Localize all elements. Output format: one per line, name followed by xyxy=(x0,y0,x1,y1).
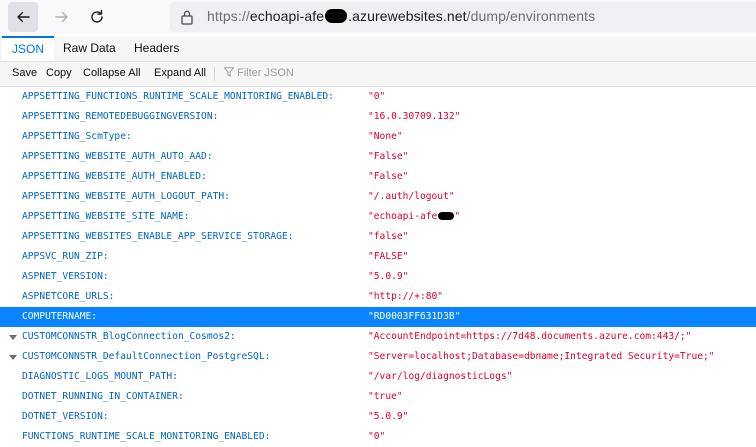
json-row[interactable]: DIAGNOSTIC_LOGS_MOUNT_PATH: "/var/log/dia… xyxy=(0,367,756,387)
tab-raw-data[interactable]: Raw Data xyxy=(63,36,116,60)
json-row[interactable]: APPSETTING_ScmType: "None" xyxy=(0,127,756,147)
json-row[interactable]: FUNCTIONS_RUNTIME_SCALE_MONITORING_ENABL… xyxy=(0,427,756,447)
json-key: FUNCTIONS_RUNTIME_SCALE_MONITORING_ENABL… xyxy=(22,431,271,442)
json-row[interactable]: DOTNET_RUNNING_IN_CONTAINER: "true" xyxy=(0,387,756,407)
json-value: "None" xyxy=(368,131,403,142)
json-key: APPSETTING_WEBSITE_SITE_NAME: xyxy=(22,211,190,222)
browser-toolbar: https://echoapi-afe .azurewebsites.net/du… xyxy=(0,0,756,34)
json-key: APPSETTING_ScmType: xyxy=(22,131,132,142)
json-row[interactable]: APPSETTING_REMOTEDEBUGGINGVERSION: "16.0.… xyxy=(0,107,756,127)
copy-button[interactable]: Copy xyxy=(46,67,72,79)
json-key: DOTNET_VERSION: xyxy=(22,411,109,422)
json-key: ASPNET_VERSION: xyxy=(22,271,109,282)
json-value: "http://+:80" xyxy=(368,291,444,302)
arrow-right-icon xyxy=(55,11,68,23)
lock-icon xyxy=(180,9,194,29)
reload-icon xyxy=(91,9,103,23)
json-row[interactable]: APPSETTING_WEBSITES_ENABLE_APP_SERVICE_S… xyxy=(0,227,756,247)
json-value: "/.auth/logout" xyxy=(368,191,455,202)
collapse-all-button[interactable]: Collapse All xyxy=(83,67,140,79)
url-host-suffix: .azurewebsites.net xyxy=(348,8,467,24)
json-value: "true" xyxy=(368,391,403,402)
json-value: "Server=localhost;Database=dbname;Integr… xyxy=(368,351,715,362)
expand-all-button[interactable]: Expand All xyxy=(154,67,206,79)
json-value: "RD0003FF631D3B" xyxy=(368,311,461,322)
json-value: "echoapi-afe " xyxy=(368,207,460,227)
json-row[interactable]: APPSETTING_FUNCTIONS_RUNTIME_SCALE_MONIT… xyxy=(0,87,756,107)
json-row[interactable]: ASPNET_VERSION: "5.0.9" xyxy=(0,267,756,287)
filter-placeholder: Filter JSON xyxy=(237,67,294,79)
json-key: CUSTOMCONNSTR_BlogConnection_Cosmos2: xyxy=(22,331,236,342)
json-value: "/var/log/diagnosticLogs" xyxy=(368,371,513,382)
json-value: "5.0.9" xyxy=(368,411,409,422)
json-row[interactable]: APPSETTING_WEBSITE_SITE_NAME: "echoapi-af… xyxy=(0,207,756,227)
json-row[interactable]: APPSVC_RUN_ZIP: "FALSE" xyxy=(0,247,756,267)
json-key: APPSETTING_WEBSITE_AUTH_LOGOUT_PATH: xyxy=(22,191,230,202)
toolbar-divider xyxy=(214,67,215,81)
arrow-left-icon xyxy=(17,11,30,23)
forward-button[interactable] xyxy=(47,2,77,32)
json-value: "5.0.9" xyxy=(368,271,409,282)
json-row-selected[interactable]: COMPUTERNAME: "RD0003FF631D3B" xyxy=(0,307,756,327)
json-key: ASPNETCORE_URLS: xyxy=(22,291,115,302)
json-row[interactable]: APPSETTING_WEBSITE_AUTH_LOGOUT_PATH: "/.a… xyxy=(0,187,756,207)
json-value: "0" xyxy=(368,91,386,102)
json-key: CUSTOMCONNSTR_DefaultConnection_PostgreS… xyxy=(22,351,271,362)
json-value: "AccountEndpoint=https://7d48.documents.… xyxy=(368,331,692,342)
back-button[interactable] xyxy=(8,2,38,32)
json-row[interactable]: APPSETTING_WEBSITE_AUTH_AUTO_AAD: "False" xyxy=(0,147,756,167)
url-path: /dump/environments xyxy=(466,8,596,24)
json-key: APPSETTING_REMOTEDEBUGGINGVERSION: xyxy=(22,111,219,122)
json-row[interactable]: CUSTOMCONNSTR_DefaultConnection_PostgreS… xyxy=(0,347,756,367)
json-key: APPSETTING_FUNCTIONS_RUNTIME_SCALE_MONIT… xyxy=(22,91,334,102)
json-row[interactable]: APPSETTING_WEBSITE_AUTH_ENABLED: "False" xyxy=(0,167,756,187)
expand-toggle-icon[interactable] xyxy=(9,335,17,340)
json-key: APPSETTING_WEBSITE_AUTH_ENABLED: xyxy=(22,171,207,182)
json-row[interactable]: ASPNETCORE_URLS: "http://+:80" xyxy=(0,287,756,307)
filter-icon xyxy=(223,67,235,77)
json-key: APPSETTING_WEBSITES_ENABLE_APP_SERVICE_S… xyxy=(22,231,294,242)
redaction-mark xyxy=(438,212,455,220)
address-bar[interactable]: https://echoapi-afe .azurewebsites.net/du… xyxy=(170,2,756,32)
save-button[interactable]: Save xyxy=(12,67,37,79)
json-value-start: "echoapi-afe xyxy=(368,211,438,222)
tab-headers[interactable]: Headers xyxy=(134,36,179,60)
redaction-mark xyxy=(325,9,348,24)
reload-button[interactable] xyxy=(82,2,112,32)
tab-json[interactable]: JSON xyxy=(2,36,55,61)
json-toolbar: Save Copy Collapse All Expand All Filter… xyxy=(0,62,756,87)
json-row[interactable]: CUSTOMCONNSTR_BlogConnection_Cosmos2: "Ac… xyxy=(0,327,756,347)
json-row[interactable]: DOTNET_VERSION: "5.0.9" xyxy=(0,407,756,427)
json-value-end: " xyxy=(454,211,461,222)
viewer-tabs: JSON Raw Data Headers xyxy=(0,36,756,62)
url-host: echoapi-afe xyxy=(249,8,325,24)
url-scheme: https:// xyxy=(207,8,250,24)
json-value: "False" xyxy=(368,171,409,182)
json-value: "0" xyxy=(368,431,386,442)
filter-json-input[interactable]: Filter JSON xyxy=(223,67,294,79)
json-value: "False" xyxy=(368,151,409,162)
json-key: APPSVC_RUN_ZIP: xyxy=(22,251,109,262)
json-value: "16.0.30709.132" xyxy=(368,111,461,122)
url-text: https://echoapi-afe .azurewebsites.net/du… xyxy=(207,8,595,24)
json-key: DIAGNOSTIC_LOGS_MOUNT_PATH: xyxy=(22,371,178,382)
expand-toggle-icon[interactable] xyxy=(9,355,17,360)
json-tree: APPSETTING_FUNCTIONS_RUNTIME_SCALE_MONIT… xyxy=(0,87,756,447)
json-key: APPSETTING_WEBSITE_AUTH_AUTO_AAD: xyxy=(22,151,213,162)
json-value: "FALSE" xyxy=(368,251,409,262)
json-value: "false" xyxy=(368,231,409,242)
json-key: COMPUTERNAME: xyxy=(22,311,98,322)
json-key: DOTNET_RUNNING_IN_CONTAINER: xyxy=(22,391,184,402)
